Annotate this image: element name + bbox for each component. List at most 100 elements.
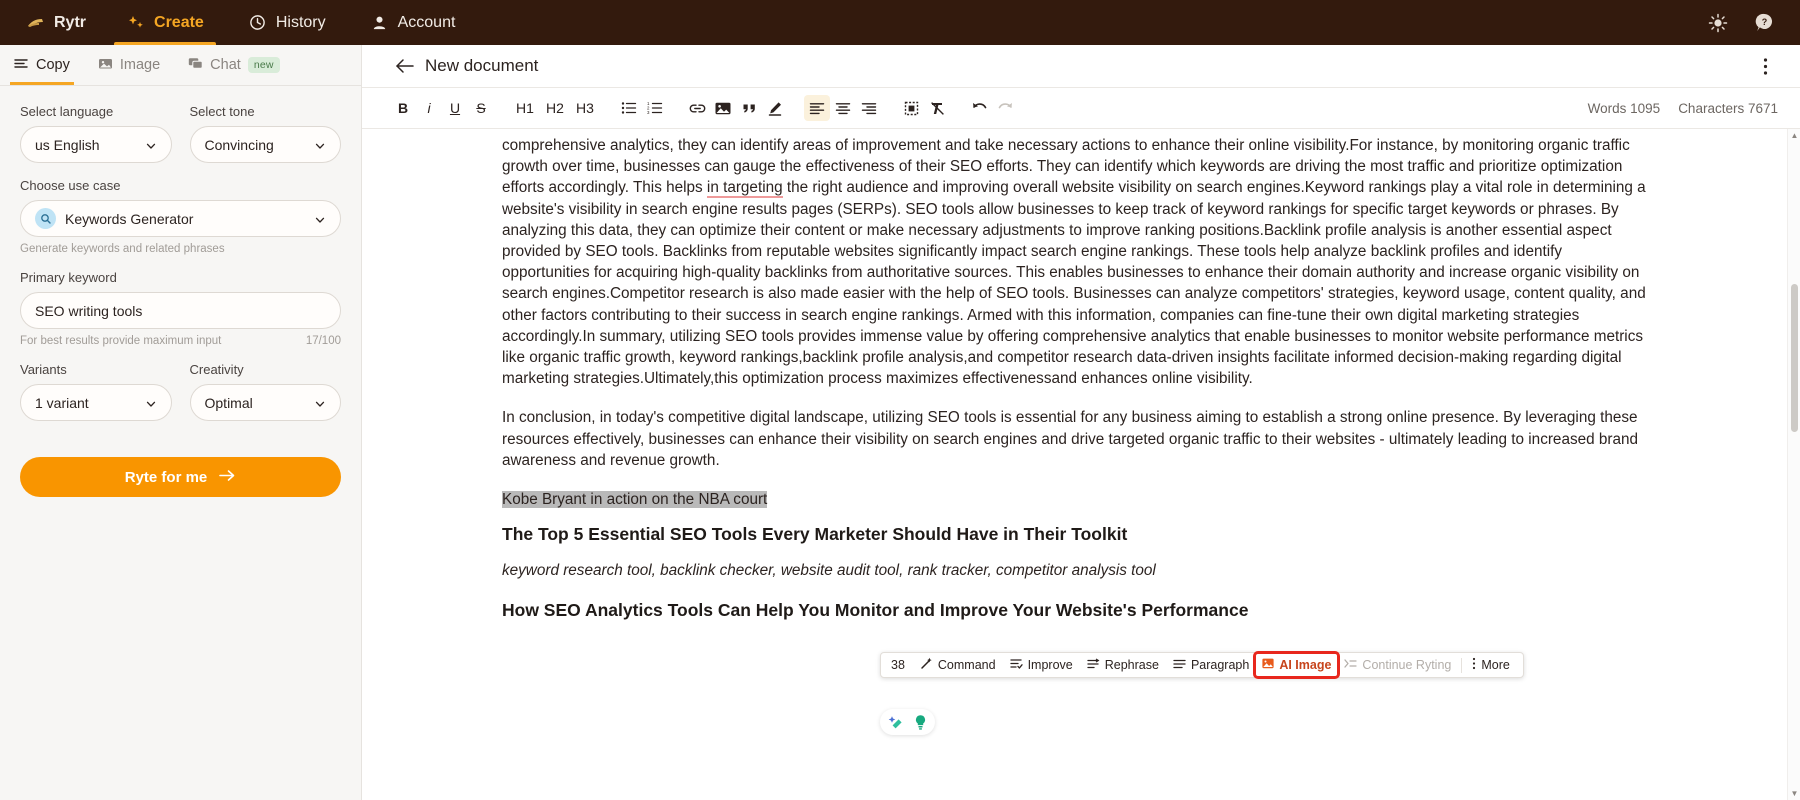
bold-button[interactable]: B (390, 95, 416, 121)
document-counters: Words 1095 Characters 7671 (1588, 101, 1778, 116)
spelling-error-span[interactable]: in targeting (707, 179, 783, 198)
nav-item-rytr[interactable]: Rytr (0, 0, 104, 45)
ryte-for-me-button[interactable]: Ryte for me (20, 457, 341, 497)
select-variants[interactable]: 1 variant (20, 384, 172, 421)
document-editor[interactable]: comprehensive analytics, they can identi… (362, 129, 1787, 800)
theme-toggle-icon[interactable] (1706, 11, 1730, 35)
selection-context-toolbar: 38 Command Improve R (880, 652, 1524, 678)
chevron-down-icon (145, 397, 157, 409)
label-select-tone: Select tone (190, 104, 342, 119)
scrollbar-thumb[interactable] (1791, 284, 1798, 432)
paragraph-lines-icon (1173, 658, 1186, 673)
image-icon[interactable] (710, 95, 736, 121)
undo-icon[interactable] (966, 95, 992, 121)
link-icon[interactable] (684, 95, 710, 121)
nav-label-create: Create (154, 14, 204, 32)
ctx-continue-ryting-label: Continue Ryting (1362, 658, 1451, 672)
word-count: Words 1095 (1588, 101, 1661, 116)
ctx-improve-button[interactable]: Improve (1003, 654, 1080, 676)
highlighter-pen-icon[interactable] (762, 95, 788, 121)
seo-score-badge[interactable] (909, 711, 931, 733)
label-primary-keyword: Primary keyword (20, 270, 341, 285)
improve-lines-icon (1010, 658, 1023, 673)
use-case-helper-text: Generate keywords and related phrases (20, 243, 225, 255)
ryte-for-me-label: Ryte for me (125, 469, 208, 486)
primary-keyword-input[interactable]: SEO writing tools (20, 292, 341, 329)
ctx-more-button[interactable]: More (1465, 654, 1516, 676)
field-language: Select language us English (20, 104, 172, 163)
document-keywords-line[interactable]: keyword research tool, backlink checker,… (502, 562, 1647, 580)
nav-item-create[interactable]: Create (104, 0, 226, 45)
label-variants: Variants (20, 362, 172, 377)
document-header: New document (362, 45, 1800, 88)
ctx-improve-label: Improve (1028, 658, 1073, 672)
paragraph-seo-tools-body[interactable]: comprehensive analytics, they can identi… (502, 135, 1647, 389)
ctx-ai-image-label: AI Image (1279, 658, 1331, 672)
numbered-list-icon[interactable]: 123 (642, 95, 668, 121)
selected-text[interactable]: Kobe Bryant in action on the NBA court (502, 491, 767, 508)
label-choose-use-case: Choose use case (20, 178, 341, 193)
heading-3-button[interactable]: H3 (570, 95, 600, 121)
top-navigation-bar: Rytr Create History Account ? (0, 0, 1800, 45)
nav-item-history[interactable]: History (226, 0, 348, 45)
sidebar-tab-chat[interactable]: Chat new (174, 45, 294, 85)
kebab-menu-icon[interactable] (1752, 53, 1778, 79)
ai-image-icon (1262, 658, 1274, 672)
ctx-ai-image-button[interactable]: AI Image (1256, 654, 1337, 676)
align-center-icon[interactable] (830, 95, 856, 121)
ctx-more-label: More (1481, 658, 1509, 672)
sparkle-icon (126, 13, 146, 33)
select-creativity[interactable]: Optimal (190, 384, 342, 421)
magic-wand-icon (920, 657, 933, 673)
language-tone-row: Select language us English Select tone C… (20, 104, 341, 178)
arrow-right-icon (219, 469, 236, 486)
scroll-up-arrow-icon[interactable]: ▲ (1788, 129, 1800, 142)
nav-label-account: Account (398, 14, 456, 32)
primary-keyword-helper-text: For best results provide maximum input (20, 335, 221, 347)
selected-text-line[interactable]: Kobe Bryant in action on the NBA court (502, 489, 1647, 510)
redo-icon[interactable] (992, 95, 1018, 121)
italic-button[interactable]: i (416, 95, 442, 121)
document-heading-2[interactable]: How SEO Analytics Tools Can Help You Mon… (502, 600, 1647, 621)
nav-item-account[interactable]: Account (348, 0, 478, 45)
document-title[interactable]: New document (425, 56, 538, 76)
sidebar-tab-image[interactable]: Image (84, 45, 174, 85)
bullet-list-icon[interactable] (616, 95, 642, 121)
select-use-case[interactable]: Keywords Generator (20, 200, 341, 237)
ctx-rephrase-button[interactable]: Rephrase (1080, 654, 1166, 676)
heading-2-button[interactable]: H2 (540, 95, 570, 121)
arrow-left-icon[interactable] (394, 55, 416, 77)
ai-sparkle-badge[interactable] (884, 711, 906, 733)
quote-icon[interactable] (736, 95, 762, 121)
rytr-logo-icon (26, 13, 46, 33)
select-tone-value: Convincing (205, 137, 309, 153)
align-left-icon[interactable] (804, 95, 830, 121)
sidebar-tab-image-label: Image (120, 57, 160, 73)
sidebar-tab-bar: Copy Image Chat new (0, 45, 361, 86)
nav-label-history: History (276, 14, 326, 32)
underline-button[interactable]: U (442, 95, 468, 121)
help-icon[interactable]: ? (1752, 11, 1776, 35)
select-language[interactable]: us English (20, 126, 172, 163)
chevron-down-icon (314, 213, 326, 225)
sidebar-tab-copy[interactable]: Copy (0, 45, 84, 85)
paragraph-conclusion[interactable]: In conclusion, in today's competitive di… (502, 407, 1647, 471)
ctx-command-button[interactable]: Command (913, 654, 1003, 676)
primary-keyword-helper-row: For best results provide maximum input 1… (20, 335, 341, 347)
field-variants: Variants 1 variant (20, 362, 172, 421)
align-right-icon[interactable] (856, 95, 882, 121)
scroll-down-arrow-icon[interactable]: ▼ (1788, 787, 1800, 800)
strikethrough-button[interactable]: S (468, 95, 494, 121)
editor-vertical-scrollbar[interactable]: ▲ ▼ (1787, 129, 1800, 800)
document-heading-1[interactable]: The Top 5 Essential SEO Tools Every Mark… (502, 524, 1647, 545)
select-tone[interactable]: Convincing (190, 126, 342, 163)
insert-block-icon[interactable] (898, 95, 924, 121)
field-creativity: Creativity Optimal (190, 362, 342, 421)
ctx-paragraph-label: Paragraph (1191, 658, 1249, 672)
heading-1-button[interactable]: H1 (510, 95, 540, 121)
ctx-paragraph-button[interactable]: Paragraph (1166, 654, 1256, 676)
ctx-continue-ryting-button[interactable]: Continue Ryting (1337, 654, 1458, 676)
clear-format-icon[interactable] (924, 95, 950, 121)
sidebar-tab-chat-label: Chat (210, 57, 241, 73)
label-select-language: Select language (20, 104, 172, 119)
